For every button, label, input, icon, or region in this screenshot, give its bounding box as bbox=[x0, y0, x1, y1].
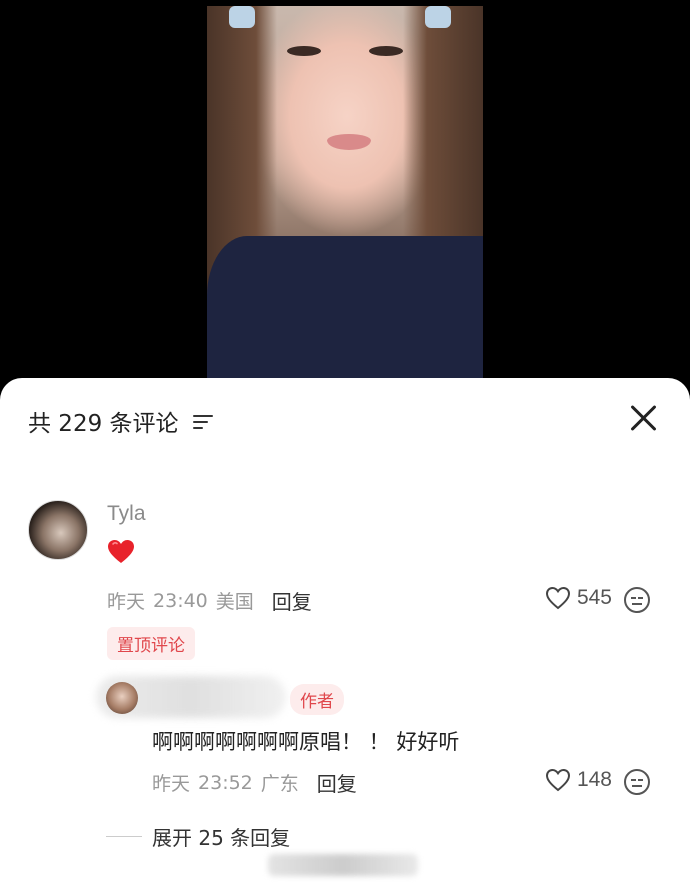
expand-replies[interactable]: 展开 25 条回复 bbox=[106, 822, 290, 851]
sort-icon[interactable] bbox=[192, 413, 215, 429]
comment-meta: 昨天 23:40 美国 回复 bbox=[107, 586, 312, 615]
comment-sheet: 共 229 条评论 Tyla 昨天 23:40 美国 回复 545 置顶评论 作… bbox=[0, 378, 690, 887]
reply-time: 23:52 bbox=[198, 771, 253, 794]
comment-header: 共 229 条评论 bbox=[28, 404, 215, 438]
reply-like-button[interactable]: 148 bbox=[545, 768, 612, 792]
neutral-face-icon[interactable] bbox=[624, 587, 650, 613]
neutral-face-icon[interactable] bbox=[624, 769, 650, 795]
video-frame[interactable] bbox=[207, 6, 483, 390]
divider bbox=[106, 836, 142, 837]
heart-outline-icon bbox=[545, 586, 570, 610]
reply-location: 广东 bbox=[260, 773, 299, 795]
video-image bbox=[207, 236, 483, 390]
video-image bbox=[425, 6, 451, 28]
reply-date: 昨天 bbox=[152, 773, 191, 795]
author-badge: 作者 bbox=[290, 684, 344, 715]
comment-time: 23:40 bbox=[153, 589, 208, 612]
comment-username[interactable]: Tyla bbox=[107, 502, 146, 526]
heart-outline-icon bbox=[545, 768, 570, 792]
reply-reply-button[interactable]: 回复 bbox=[317, 768, 357, 797]
like-button[interactable]: 545 bbox=[545, 586, 612, 610]
reply-meta: 昨天 23:52 广东 回复 bbox=[152, 768, 357, 797]
expand-replies-label[interactable]: 展开 25 条回复 bbox=[152, 822, 290, 851]
video-image bbox=[229, 6, 255, 28]
reply-avatar[interactable] bbox=[106, 682, 138, 714]
video-player[interactable] bbox=[0, 0, 690, 390]
comment-location: 美国 bbox=[215, 591, 254, 613]
like-count: 545 bbox=[576, 586, 612, 609]
reply-text: 啊啊啊啊啊啊啊原唱！ ！ 好好听 bbox=[152, 730, 460, 754]
pinned-badge: 置顶评论 bbox=[107, 627, 195, 660]
video-image bbox=[327, 134, 371, 150]
reply-like-count: 148 bbox=[576, 768, 612, 791]
comment-count: 共 229 条评论 bbox=[28, 411, 179, 437]
avatar[interactable] bbox=[28, 500, 88, 560]
video-image bbox=[287, 46, 321, 56]
video-image bbox=[369, 46, 403, 56]
close-icon[interactable] bbox=[628, 402, 660, 434]
watermark bbox=[268, 854, 418, 876]
heart-emoji-icon bbox=[107, 538, 135, 566]
comment-date: 昨天 bbox=[107, 591, 146, 613]
reply-button[interactable]: 回复 bbox=[272, 586, 312, 615]
